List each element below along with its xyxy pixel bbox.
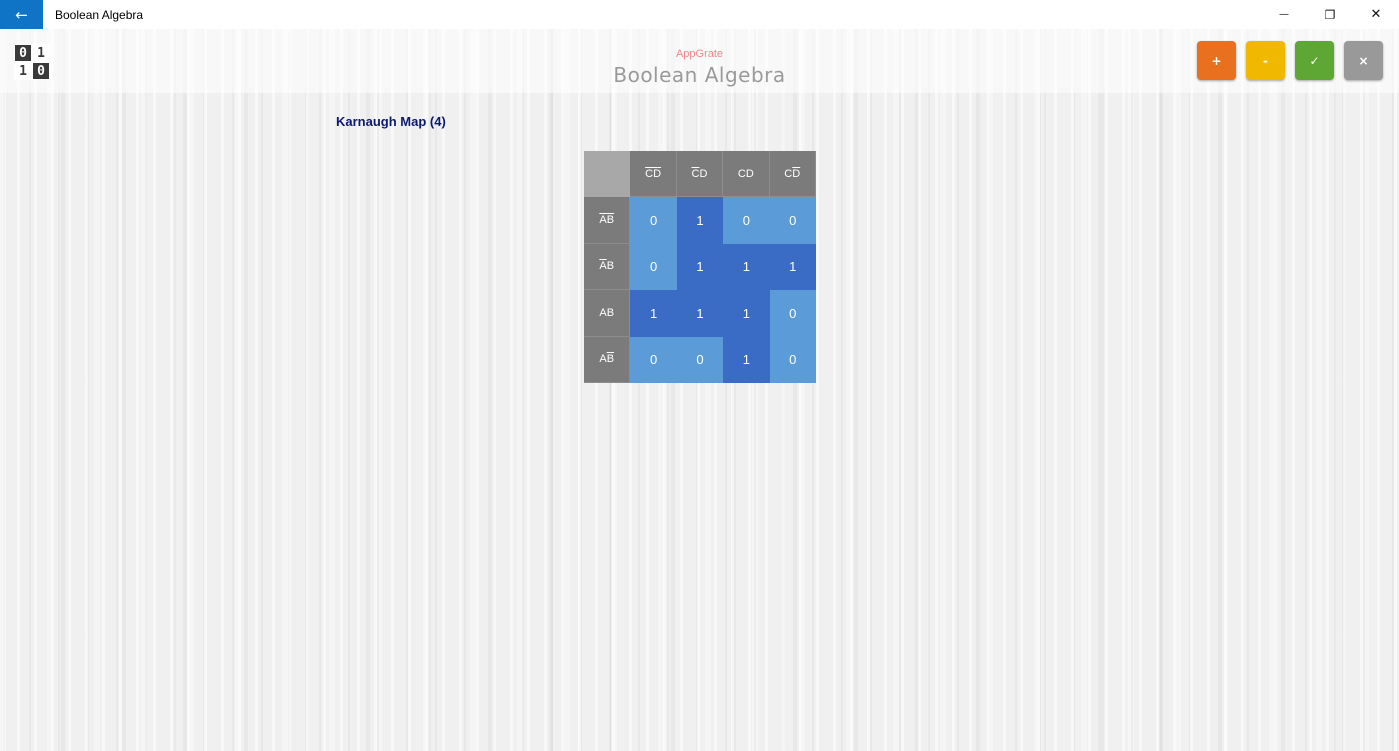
section-title: Karnaugh Map (4) — [336, 114, 446, 129]
kmap-column-header: CD — [723, 151, 770, 198]
kmap-cell[interactable]: 1 — [769, 243, 816, 291]
minimize-button[interactable]: — — [1261, 0, 1307, 29]
close-icon: × — [1358, 53, 1369, 68]
window-title: Boolean Algebra — [55, 7, 144, 22]
kmap-column-header: CD — [676, 151, 724, 198]
kmap-cell[interactable]: 0 — [723, 197, 770, 244]
kmap-cell[interactable]: 1 — [676, 197, 724, 244]
kmap-cell[interactable]: 1 — [676, 290, 724, 337]
kmap-row-header: AB — [584, 243, 631, 291]
window-controls: — ❐ ✕ — [1261, 0, 1399, 29]
kmap-cell[interactable]: 0 — [630, 336, 677, 383]
kmap-cell[interactable]: 0 — [769, 336, 816, 383]
brand-label: AppGrate — [675, 48, 724, 60]
kmap-cell[interactable]: 0 — [769, 290, 816, 337]
kmap-column-header: CD — [769, 151, 816, 198]
kmap-row-header: AB — [584, 197, 631, 244]
kmap-cell[interactable]: 0 — [630, 197, 677, 244]
kmap-cell[interactable]: 0 — [769, 197, 816, 244]
back-button[interactable]: ← — [0, 0, 43, 29]
cancel-button[interactable]: × — [1344, 41, 1383, 80]
kmap-corner — [584, 151, 631, 198]
kmap-cell[interactable]: 1 — [723, 243, 770, 291]
close-icon: ✕ — [1370, 7, 1382, 22]
page-title: Boolean Algebra — [613, 63, 786, 87]
app-header: 0 1 1 0 AppGrate Boolean Algebra + - ✓ × — [0, 29, 1399, 93]
kmap-column-header: CD — [630, 151, 677, 198]
kmap-cell[interactable]: 0 — [630, 243, 677, 291]
kmap-row-header: AB — [584, 336, 631, 383]
subtract-button[interactable]: - — [1246, 41, 1285, 80]
restore-icon: ❐ — [1324, 7, 1336, 22]
minimize-icon: — — [1279, 9, 1289, 20]
kmap-cell[interactable]: 1 — [630, 290, 677, 337]
checkmark-icon: ✓ — [1309, 53, 1320, 68]
restore-button[interactable]: ❐ — [1307, 0, 1353, 29]
kmap-cell[interactable]: 1 — [723, 336, 770, 383]
karnaugh-map: CDCDCDCDAB0100AB0111AB1110AB0010 — [584, 151, 816, 383]
kmap-cell[interactable]: 1 — [723, 290, 770, 337]
close-button[interactable]: ✕ — [1353, 0, 1399, 29]
kmap-cell[interactable]: 0 — [676, 336, 724, 383]
back-arrow-icon: ← — [15, 5, 28, 24]
kmap-row-header: AB — [584, 290, 631, 337]
plus-icon: + — [1211, 53, 1222, 68]
kmap-cell[interactable]: 1 — [676, 243, 724, 291]
minus-icon: - — [1263, 53, 1268, 68]
title-bar: ← Boolean Algebra — ❐ ✕ — [0, 0, 1399, 29]
add-button[interactable]: + — [1197, 41, 1236, 80]
check-button[interactable]: ✓ — [1295, 41, 1334, 80]
